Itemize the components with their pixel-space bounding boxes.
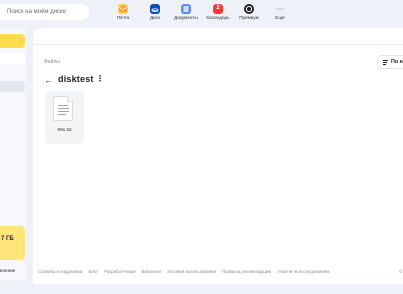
sort-label: По н [391,59,403,65]
premium-icon [244,4,254,14]
calendar-badge: 2 [216,5,220,11]
mail-icon [118,4,128,14]
file-item[interactable]: 99x.txt [45,91,84,144]
footer-link-research[interactable]: Участие в исследованиях [277,269,329,274]
sidebar: 7 ГБ вление [0,28,26,280]
footer-link-developers[interactable]: Разработчикам [104,269,135,274]
more-options-icon[interactable]: ⋮ [96,74,104,84]
calendar-icon: 2 [213,4,223,14]
sidebar-bottom-link[interactable]: вление [0,268,15,273]
sidebar-item[interactable] [0,53,25,64]
app-mail[interactable]: Почта [105,4,141,20]
footer-link-recommendations[interactable]: Правила рекомендаций [222,269,271,274]
footer-link-terms[interactable]: Условия использования [167,269,216,274]
divider [33,44,403,45]
search-input[interactable]: Поиск на моём диске [0,4,89,20]
footer: Справка и поддержка Блог Разработчикам В… [38,269,403,274]
disk-icon [150,4,160,14]
main-panel: Файлы По н ← disktest ⋮ 99x.txt Справка … [33,28,403,284]
quota-banner[interactable]: 7 ГБ [0,226,25,260]
folder-title: disktest [58,74,94,84]
search-placeholder: Поиск на моём диске [7,9,67,15]
back-arrow-icon[interactable]: ← [44,75,53,85]
documents-icon [181,4,191,14]
app-documents[interactable]: Документы [168,4,204,20]
footer-link-jobs[interactable]: Вакансии [142,269,161,274]
footer-link-blog[interactable]: Блог [88,269,98,274]
sidebar-item-selected[interactable] [0,81,25,92]
create-button[interactable] [0,34,25,48]
breadcrumb[interactable]: Файлы [44,59,60,65]
bottom-strip [0,284,403,294]
text-file-icon [53,96,73,121]
footer-link-help[interactable]: Справка и поддержка [38,269,82,274]
more-apps-icon [275,4,285,14]
app-more[interactable]: Ещё [262,4,298,20]
sort-button[interactable]: По н [377,55,403,69]
copyright: © Я [399,269,403,274]
sort-icon [383,59,388,66]
quota-label: 7 ГБ [1,236,14,242]
top-bar: Поиск на моём диске Почта Диск Документы… [0,0,403,28]
file-name: 99x.txt [57,128,72,133]
